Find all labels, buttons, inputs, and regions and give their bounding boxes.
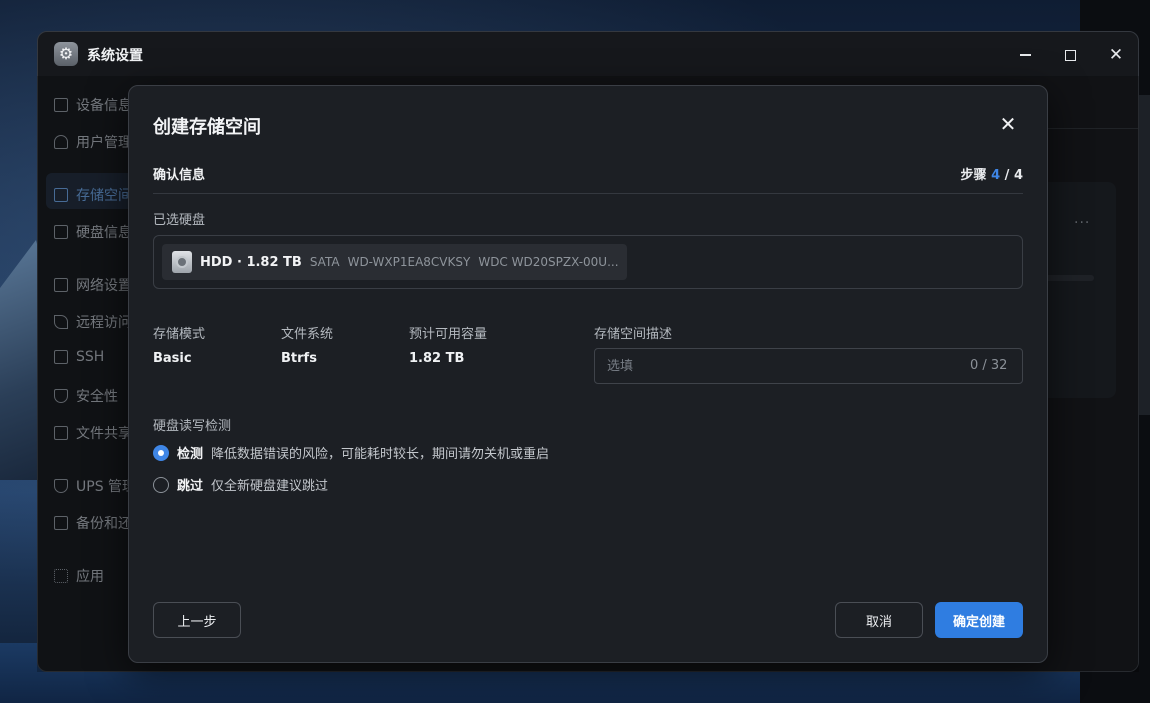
window-title: 系统设置 — [87, 48, 143, 64]
close-icon: ✕ — [999, 112, 1017, 136]
option-check-desc: 降低数据错误的风险，可能耗时较长，期间请勿关机或重启 — [211, 447, 550, 462]
maximize-icon — [1064, 49, 1076, 61]
disk-serial: WD-WXP1EA8CVKSY — [347, 255, 471, 269]
description-input[interactable] — [594, 348, 1023, 384]
filesystem-label: 文件系统 — [281, 327, 334, 342]
radio-check[interactable] — [153, 444, 169, 461]
disk-chip: HDD · 1.82 TB SATA WD-WXP1EA8CVKSY WDC W… — [162, 244, 627, 280]
title-bar[interactable]: ⚙ 系统设置 ✕ — [38, 32, 1138, 77]
selected-disks-label: 已选硬盘 — [153, 213, 206, 228]
capacity-label: 预计可用容量 — [409, 327, 488, 342]
dialog-title: 创建存储空间 — [153, 117, 261, 138]
section-title: 确认信息 — [153, 168, 206, 183]
option-check[interactable]: 检测 降低数据错误的风险，可能耗时较长，期间请勿关机或重启 — [153, 443, 549, 462]
minimize-icon — [1019, 54, 1031, 56]
previous-step-button[interactable]: 上一步 — [153, 602, 241, 638]
option-skip-desc: 仅全新硬盘建议跳过 — [211, 479, 329, 494]
disk-name: HDD · 1.82 TB — [200, 254, 302, 270]
option-skip-label: 跳过 — [177, 479, 204, 494]
storage-mode-value: Basic — [153, 351, 192, 366]
storage-mode-label: 存储模式 — [153, 327, 206, 342]
cancel-button[interactable]: 取消 — [835, 602, 923, 638]
step-indicator: 步骤 4 / 4 — [960, 168, 1023, 183]
step-current: 4 — [991, 168, 1001, 183]
close-icon: ✕ — [1108, 45, 1124, 65]
dialog-close-button[interactable]: ✕ — [995, 111, 1021, 137]
close-window-button[interactable]: ✕ — [1103, 42, 1129, 68]
disk-interface: SATA — [309, 255, 340, 269]
step-total: 4 — [1013, 168, 1023, 183]
option-check-label: 检测 — [177, 447, 204, 462]
hdd-icon — [172, 251, 192, 273]
create-storage-dialog: 创建存储空间 ✕ 确认信息 步骤 4 / 4 已选硬盘 HDD · 1.82 T… — [128, 85, 1048, 663]
filesystem-value: Btrfs — [281, 351, 317, 366]
maximize-button[interactable] — [1057, 42, 1083, 68]
description-label: 存储空间描述 — [594, 327, 673, 342]
selected-disks-list: HDD · 1.82 TB SATA WD-WXP1EA8CVKSY WDC W… — [153, 235, 1023, 289]
gear-icon: ⚙ — [54, 42, 78, 66]
description-char-count: 0 / 32 — [970, 358, 1008, 373]
option-skip[interactable]: 跳过 仅全新硬盘建议跳过 — [153, 475, 328, 494]
disk-model: WDC WD20SPZX-00U... — [478, 255, 619, 269]
confirm-create-button[interactable]: 确定创建 — [935, 602, 1023, 638]
minimize-button[interactable] — [1012, 42, 1038, 68]
disk-check-label: 硬盘读写检测 — [153, 419, 232, 434]
capacity-value: 1.82 TB — [409, 351, 465, 366]
radio-skip[interactable] — [153, 476, 169, 493]
divider — [153, 193, 1023, 194]
